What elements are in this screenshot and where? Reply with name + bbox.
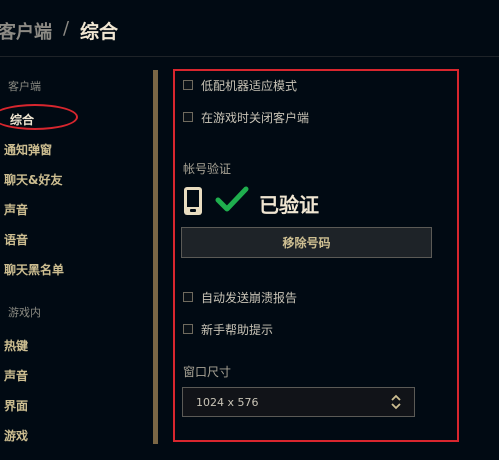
page-title: 综合 [80,21,119,43]
window-size-value: 1024 x 576 [196,395,259,409]
auto-crash-report-checkbox[interactable] [183,292,193,302]
auto-crash-report-label: 自动发送崩溃报告 [201,290,298,305]
phone-icon [184,187,202,215]
breadcrumb-parent[interactable]: 客户端 [0,18,52,44]
sidebar-item-sound[interactable]: 声音 [4,201,28,218]
header: 客户端 / 综合 [0,0,499,60]
sidebar-item-chat-friends[interactable]: 聊天&好友 [4,171,62,188]
newbie-tips-checkbox[interactable] [183,324,193,334]
header-divider [0,56,499,57]
sidebar-item-notifications[interactable]: 通知弹窗 [4,141,52,158]
remove-number-button[interactable]: 移除号码 [181,227,432,258]
close-client-option[interactable]: 在游戏时关闭客户端 [183,109,309,125]
sidebar-item-chat-blacklist[interactable]: 聊天黑名单 [4,261,64,278]
window-size-select[interactable]: 1024 x 576 [182,387,415,417]
breadcrumb-separator: / [63,18,70,39]
account-verification-label: 帐号验证 [183,162,232,176]
scrollbar-thumb[interactable] [153,70,158,444]
sidebar-item-voice[interactable]: 语音 [4,231,28,248]
close-client-checkbox[interactable] [183,112,193,122]
select-arrows-icon [391,394,401,410]
low-spec-mode-option[interactable]: 低配机器适应模式 [183,77,297,93]
sidebar-section-client: 客户端 [8,80,41,93]
auto-crash-report-option[interactable]: 自动发送崩溃报告 [183,289,297,305]
checkmark-icon [215,186,249,212]
sidebar-item-interface[interactable]: 界面 [4,397,28,414]
verified-status: 已验证 [259,193,319,217]
newbie-tips-option[interactable]: 新手帮助提示 [183,321,273,337]
sidebar-item-game[interactable]: 游戏 [4,427,28,444]
close-client-label: 在游戏时关闭客户端 [201,110,310,125]
low-spec-mode-checkbox[interactable] [183,80,193,90]
sidebar-item-ingame-sound[interactable]: 声音 [4,367,28,384]
newbie-tips-label: 新手帮助提示 [201,322,274,337]
low-spec-mode-label: 低配机器适应模式 [201,78,298,93]
window-size-label: 窗口尺寸 [183,365,232,379]
sidebar-section-ingame: 游戏内 [8,306,41,319]
sidebar-item-hotkeys[interactable]: 热键 [4,337,28,354]
